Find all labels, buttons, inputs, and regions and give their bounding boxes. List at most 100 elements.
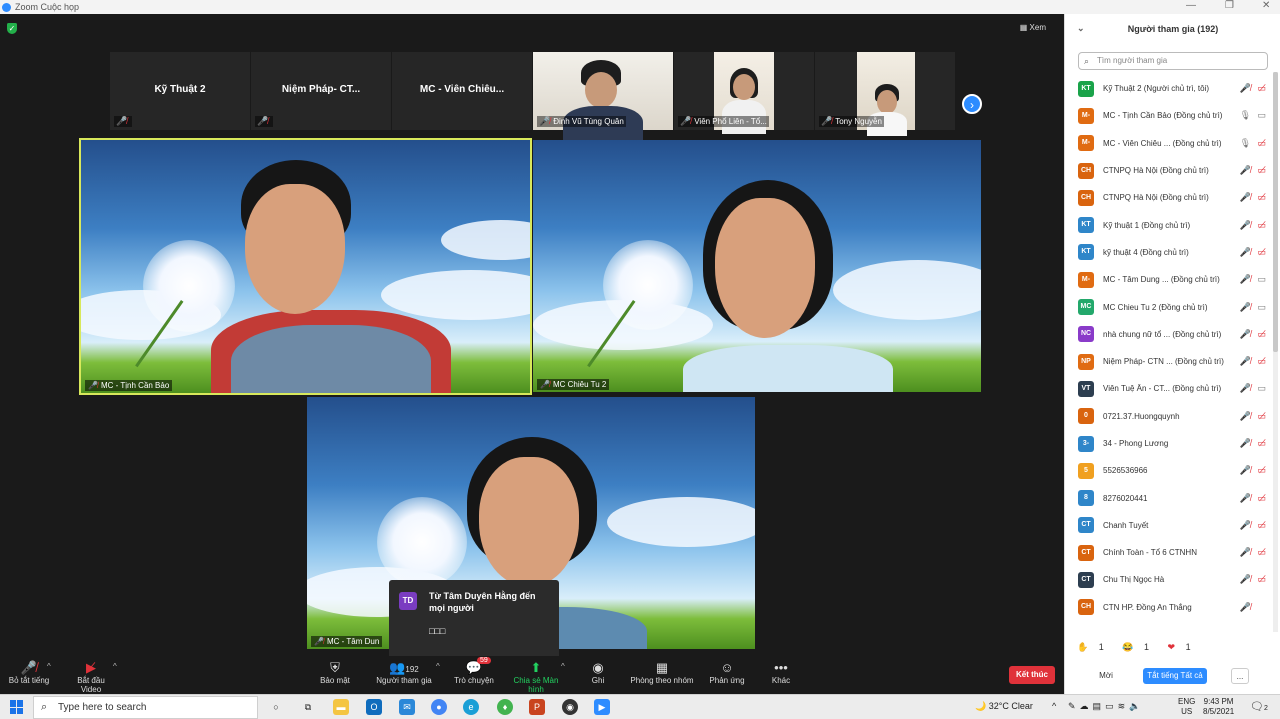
close-icon[interactable]: ✕ [1262,0,1270,11]
mic-muted-icon[interactable]: 🎤̸ [1240,574,1251,585]
security-shield-icon[interactable]: ✓ [7,23,17,34]
mic-muted-icon[interactable]: 🎤̸ [1240,192,1251,203]
share-options-caret-icon[interactable]: ^ [561,662,565,671]
camera-off-icon[interactable]: ▭̸ [1257,547,1266,558]
participants-caret-icon[interactable]: ^ [436,662,440,671]
view-button[interactable]: ▦ Xem [1020,23,1046,32]
participant-row[interactable]: NC nhà chung nữ tổ ... (Đồng chủ trì) 🎤̸ ▭̸ [1065,321,1271,348]
weather-widget[interactable]: 🌙 32°C Clear [975,701,1033,712]
mic-muted-icon[interactable]: 🎤̸ [1240,302,1251,313]
mute-all-button[interactable]: Tắt tiếng Tất cả [1143,668,1207,684]
mic-muted-icon[interactable]: 🎤̸ [1240,356,1251,367]
breakout-rooms-button[interactable]: ▦ Phòng theo nhóm [630,660,694,685]
more-options-button[interactable]: ... [1231,668,1249,684]
camera-icon[interactable]: ▭ [1257,274,1266,285]
minimize-icon[interactable]: — [1186,0,1196,11]
camera-off-icon[interactable]: ▭̸ [1257,438,1266,449]
video-options-caret-icon[interactable]: ^ [113,662,117,671]
camera-off-icon[interactable]: ▭̸ [1257,520,1266,531]
next-page-arrow-icon[interactable]: › [962,94,982,114]
outlook-icon[interactable]: O [366,699,382,715]
participant-row[interactable]: CT Chu Thị Ngọc Hà 🎤̸ ▭̸ [1065,566,1271,593]
powerpoint-icon[interactable]: P [529,699,545,715]
clock[interactable]: 9:43 PM 8/5/2021 [1203,697,1234,717]
camera-off-icon[interactable]: ▭̸ [1257,220,1266,231]
reactions-button[interactable]: ☺ Phản ứng [709,660,745,685]
participant-row[interactable]: 5 5526536966 🎤̸ ▭̸ [1065,457,1271,484]
cortana-icon[interactable]: ○ [268,699,284,715]
participant-row[interactable]: VT Viên Tuệ Ân - CT... (Đồng chủ trì) 🎤̸ ▭ [1065,375,1271,402]
camera-off-icon[interactable]: ▭̸ [1257,493,1266,504]
camera-off-icon[interactable]: ▭̸ [1257,138,1266,149]
windows-start-icon[interactable] [10,700,24,714]
camera-off-icon[interactable]: ▭̸ [1257,247,1266,258]
participant-row[interactable]: 0 0721.37.Huongquynh 🎤̸ ▭̸ [1065,403,1271,430]
file-explorer-icon[interactable]: ▬ [333,699,349,715]
participant-row[interactable]: M- MC - Viên Chiêu ... (Đồng chủ trì) 🎙 ▭̸ [1065,130,1271,157]
participant-row[interactable]: CH CTN HP. Đồng An Thắng 🎤̸ [1065,594,1271,621]
camera-icon[interactable]: ▭ [1257,302,1266,313]
mic-muted-icon[interactable]: 🎤̸ [1240,220,1251,231]
media-player-icon[interactable]: ◉ [562,699,578,715]
unmute-button[interactable]: 🎤̸ Bỏ tắt tiếng [8,660,50,685]
video-tile[interactable]: 🎤̸ MC Chiêu Tu 2 [533,140,981,392]
camera-icon[interactable]: ▭ [1257,110,1266,121]
participant-row[interactable]: CT Chanh Tuyết 🎤̸ ▭̸ [1065,512,1271,539]
invite-button[interactable]: Mời [1091,668,1121,684]
camera-off-icon[interactable]: ▭̸ [1257,356,1266,367]
task-view-icon[interactable]: ⧉ [300,699,316,715]
participant-row[interactable]: CH CTNPQ Hà Nội (Đồng chủ trì) 🎤̸ ▭̸ [1065,157,1271,184]
participant-list[interactable]: KT Kỹ Thuật 2 (Người chủ trì, tôi) 🎤̸ ▭̸ M- M… [1065,75,1271,631]
participant-search-input[interactable]: ⌕ Tìm người tham gia [1078,52,1268,70]
camera-off-icon[interactable]: ▭̸ [1257,192,1266,203]
participant-row[interactable]: MC MC Chieu Tu 2 (Đồng chủ trì) 🎤̸ ▭ [1065,293,1271,320]
participant-row[interactable]: KT Kỹ Thuật 2 (Người chủ trì, tôi) 🎤̸ ▭̸ [1065,75,1271,102]
camera-icon[interactable]: ▭ [1257,383,1266,394]
participant-row[interactable]: 3- 34 - Phong Lương 🎤̸ ▭̸ [1065,430,1271,457]
audio-options-caret-icon[interactable]: ^ [47,662,51,671]
thumbnail-tile[interactable]: Kỹ Thuật 2 🎤̸ [110,52,250,130]
mic-muted-icon[interactable]: 🎤̸ [1240,465,1251,476]
participant-row[interactable]: KT Kỹ thuật 1 (Đồng chủ trì) 🎤̸ ▭̸ [1065,211,1271,238]
mic-muted-icon[interactable]: 🎤̸ [1240,493,1251,504]
more-button[interactable]: ••• Khác [770,660,792,685]
camera-off-icon[interactable]: ▭̸ [1257,574,1266,585]
participant-row[interactable]: M- MC - Tâm Dung ... (Đồng chủ trì) 🎤̸ ▭ [1065,266,1271,293]
thumbnail-tile[interactable]: 🎤̸ Viên Phổ Liên - Tổ... [674,52,814,134]
mic-muted-icon[interactable]: 🎤̸ [1240,383,1251,394]
security-button[interactable]: ⛨ Bảo mật [318,660,352,685]
thumbnail-tile[interactable]: MC - Viên Chiêu... [392,52,532,130]
language-indicator[interactable]: ENG US [1178,697,1195,717]
mic-muted-icon[interactable]: 🎤̸ [1240,438,1251,449]
start-video-button[interactable]: ▶̸ Bắt đầu Video [66,660,116,694]
participant-row[interactable]: KT kỹ thuật 4 (Đồng chủ trì) 🎤̸ ▭̸ [1065,239,1271,266]
chrome-icon[interactable]: ● [431,699,447,715]
mic-muted-icon[interactable]: 🎤̸ [1240,411,1251,422]
tray-chevron-icon[interactable]: ^ [1052,701,1056,711]
zalo-like-icon[interactable]: ♦ [497,699,513,715]
maximize-icon[interactable]: ❐ [1225,0,1234,11]
camera-off-icon[interactable]: ▭̸ [1257,411,1266,422]
participant-row[interactable]: 8 8276020441 🎤̸ ▭̸ [1065,484,1271,511]
notification-center-icon[interactable]: 🗨2 [1250,700,1268,713]
mic-muted-icon[interactable]: 🎤̸ [1240,165,1251,176]
share-screen-button[interactable]: ⬆ Chia sẻ Màn hình [505,660,567,694]
zoom-app-icon[interactable]: ▶ [594,699,610,715]
participant-row[interactable]: CT Chính Toàn - Tổ 6 CTNHN 🎤̸ ▭̸ [1065,539,1271,566]
record-button[interactable]: ◉ Ghi [588,660,608,685]
video-tile-active-speaker[interactable]: 🎤̸ MC - Tịnh Cần Bảo [79,138,532,395]
thumbnail-tile[interactable]: Niệm Pháp- CT... 🎤̸ [251,52,391,130]
mail-icon[interactable]: ✉ [399,699,415,715]
mic-muted-icon[interactable]: 🎤̸ [1240,83,1251,94]
participant-row[interactable]: NP Niệm Pháp- CTN ... (Đồng chủ trì) 🎤̸ ▭̸ [1065,348,1271,375]
chat-notification-popup[interactable]: TD Từ Tâm Duyên Hằng đến mọi người □□□ [389,580,559,660]
mic-muted-icon[interactable]: 🎤̸ [1240,274,1251,285]
taskbar-search-input[interactable]: ⌕ Type here to search [33,696,258,719]
participant-list-scrollbar[interactable] [1273,72,1278,632]
thumbnail-tile[interactable]: 🎤̸ Đinh Vũ Tùng Quân [533,52,673,146]
camera-off-icon[interactable]: ▭̸ [1257,465,1266,476]
edge-icon[interactable]: e [463,699,479,715]
thumbnail-tile[interactable]: 🎤̸ Tony Nguyễn [815,52,955,136]
participant-row[interactable]: M- MC - Tịnh Cần Bảo (Đồng chủ trì) 🎙 ▭ [1065,102,1271,129]
mic-muted-icon[interactable]: 🎤̸ [1240,520,1251,531]
